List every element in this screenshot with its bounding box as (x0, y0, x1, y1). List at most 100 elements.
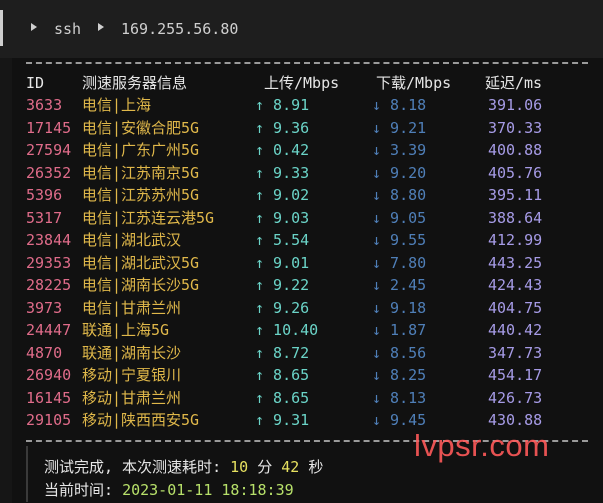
table-row: 23844 电信|湖北武汉 ↑ 5.54 ↓ 9.55 412.99 (0, 229, 603, 251)
row-latency: 443.25 (488, 253, 543, 272)
table-row: 3973 电信|甘肃兰州 ↑ 9.26 ↓ 9.18 404.75 (0, 297, 603, 319)
row-upload: ↑ 8.72 (255, 343, 310, 362)
row-id: 26940 (26, 366, 72, 384)
table-row: 4870 联通|湖南长沙 ↑ 8.72 ↓ 8.56 347.73 (0, 342, 603, 364)
row-server: 电信|安徽合肥5G (82, 118, 200, 137)
row-latency: 454.17 (488, 366, 543, 384)
table-row: 3633 电信|上海 ↑ 8.91 ↓ 8.18 391.06 (0, 94, 603, 116)
terminal-titlebar: ssh 169.255.56.80 (0, 0, 603, 58)
row-upload: ↑ 9.22 (255, 276, 310, 294)
row-id: 28225 (26, 276, 72, 294)
row-download: ↓ 8.25 (372, 366, 427, 384)
row-upload: ↑ 9.03 (255, 208, 310, 227)
chevron-right-icon (31, 23, 37, 31)
current-time-line: 当前时间: 2023-01-11 18:18:39 (44, 479, 294, 500)
row-upload: ↑ 0.42 (255, 141, 310, 159)
row-server: 电信|湖北武汉 (82, 231, 182, 249)
row-upload: ↑ 9.26 (255, 298, 310, 317)
table-row: 5317 电信|江苏连云港5G ↑ 9.03 ↓ 9.05 388.64 (0, 207, 603, 229)
watermark-logo: lvpsr.com (414, 428, 550, 463)
row-latency: 405.76 (488, 163, 543, 182)
row-upload: ↑ 8.91 (255, 96, 310, 114)
row-server: 移动|宁夏银川 (82, 366, 182, 384)
elapsed-minutes: 10 (230, 458, 249, 476)
row-upload: ↑ 9.33 (255, 163, 310, 182)
row-server: 电信|上海 (82, 96, 152, 114)
row-server: 电信|江苏苏州5G (82, 186, 200, 204)
row-upload: ↑ 8.65 (255, 366, 310, 384)
row-server: 电信|广东广州5G (82, 141, 200, 159)
row-download: ↓ 8.56 (372, 343, 427, 362)
row-upload: ↑ 9.31 (255, 411, 310, 429)
table-header: ID 测速服务器信息 上传/Mbps 下载/Mbps 延迟/ms (0, 72, 603, 94)
row-latency: 347.73 (488, 343, 543, 362)
row-download: ↓ 2.45 (372, 276, 427, 294)
row-upload: ↑ 9.02 (255, 186, 310, 204)
row-id: 3973 (26, 298, 63, 317)
row-upload: ↑ 9.36 (255, 118, 310, 137)
row-id: 29353 (26, 253, 72, 272)
breadcrumb-ssh[interactable]: ssh (54, 20, 81, 38)
current-time-label: 当前时间: (44, 481, 123, 499)
row-server: 电信|江苏连云港5G (82, 208, 215, 227)
table-row: 26352 电信|江苏南京5G ↑ 9.33 ↓ 9.20 405.76 (0, 162, 603, 184)
row-upload: ↑ 9.01 (255, 253, 310, 272)
row-upload: ↑ 10.40 (255, 321, 319, 339)
row-download: ↓ 8.13 (372, 388, 427, 407)
row-id: 5317 (26, 208, 63, 227)
row-server: 移动|甘肃兰州 (82, 388, 182, 407)
row-server: 电信|湖南长沙5G (82, 276, 200, 294)
row-id: 27594 (26, 141, 72, 159)
row-id: 3633 (26, 96, 63, 114)
row-id: 4870 (26, 343, 63, 362)
table-row: 26940 移动|宁夏银川 ↑ 8.65 ↓ 8.25 454.17 (0, 364, 603, 386)
row-download: ↓ 9.18 (372, 298, 427, 317)
row-latency: 395.11 (488, 186, 543, 204)
table-top-divider (26, 62, 588, 64)
row-upload: ↑ 5.54 (255, 231, 310, 249)
breadcrumb-host[interactable]: 169.255.56.80 (121, 20, 238, 38)
footer-edge (26, 446, 28, 502)
table-row: 24447 联通|上海5G ↑ 10.40 ↓ 1.87 440.42 (0, 319, 603, 341)
header-id: ID (26, 74, 45, 92)
row-download: ↓ 7.80 (372, 253, 427, 272)
titlebar-edge (0, 10, 3, 46)
row-latency: 404.75 (488, 298, 543, 317)
row-id: 17145 (26, 118, 72, 137)
chevron-right-icon (98, 23, 104, 31)
row-id: 26352 (26, 163, 72, 182)
table-row: 5396 电信|江苏苏州5G ↑ 9.02 ↓ 8.80 395.11 (0, 184, 603, 206)
row-upload: ↑ 8.65 (255, 388, 310, 407)
row-id: 5396 (26, 186, 63, 204)
row-server: 联通|上海5G (82, 321, 170, 339)
header-upload: 上传/Mbps (264, 74, 340, 92)
row-id: 16145 (26, 388, 72, 407)
row-latency: 426.73 (488, 388, 543, 407)
row-id: 23844 (26, 231, 72, 249)
row-server: 电信|江苏南京5G (82, 163, 200, 182)
table-row: 27594 电信|广东广州5G ↑ 0.42 ↓ 3.39 400.88 (0, 139, 603, 161)
row-latency: 424.43 (488, 276, 543, 294)
test-complete-text: 测试完成, 本次测速耗时: (44, 458, 231, 476)
row-download: ↓ 9.55 (372, 231, 427, 249)
test-complete-line: 测试完成, 本次测速耗时: 10 分 42 秒 (44, 456, 323, 477)
row-download: ↓ 9.21 (372, 118, 427, 137)
row-server: 电信|甘肃兰州 (82, 298, 182, 317)
header-download: 下载/Mbps (376, 74, 452, 92)
table-row: 17145 电信|安徽合肥5G ↑ 9.36 ↓ 9.21 370.33 (0, 117, 603, 139)
row-download: ↓ 8.80 (372, 186, 427, 204)
row-download: ↓ 1.87 (372, 321, 427, 339)
row-server: 移动|陕西西安5G (82, 411, 200, 429)
row-server: 联通|湖南长沙 (82, 343, 182, 362)
row-download: ↓ 3.39 (372, 141, 427, 159)
row-server: 电信|湖北武汉5G (82, 253, 200, 272)
header-latency: 延迟/ms (485, 74, 543, 92)
row-download: ↓ 9.20 (372, 163, 427, 182)
row-latency: 391.06 (488, 96, 543, 114)
elapsed-seconds: 42 (281, 458, 300, 476)
header-server: 测速服务器信息 (82, 74, 188, 92)
row-latency: 440.42 (488, 321, 543, 339)
current-time-value: 2023-01-11 18:18:39 (122, 481, 294, 499)
table-row: 28225 电信|湖南长沙5G ↑ 9.22 ↓ 2.45 424.43 (0, 274, 603, 296)
row-download: ↓ 8.18 (372, 96, 427, 114)
